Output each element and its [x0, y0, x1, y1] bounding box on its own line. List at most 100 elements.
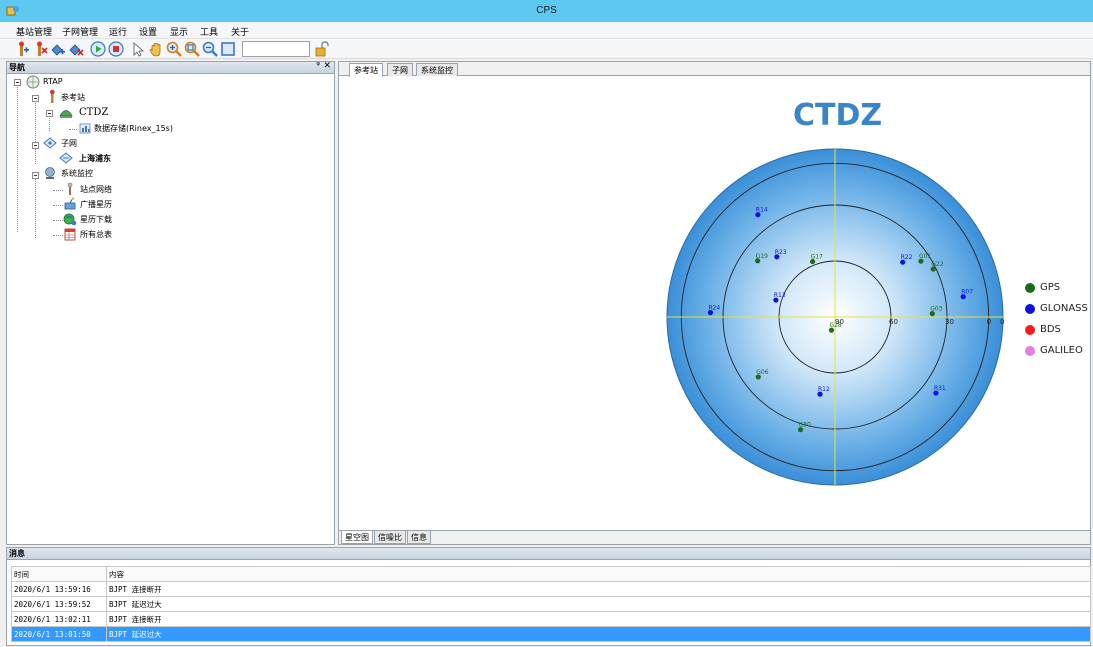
message-content: BJPT 延迟过大	[106, 626, 1091, 642]
message-time: 2020/6/1 13:59:52	[11, 596, 107, 612]
zoom-out-icon[interactable]	[202, 41, 218, 57]
legend-swatch-glonass	[1025, 304, 1035, 314]
tree-item-data-storage[interactable]: 数据存储(Rinex_15s)	[94, 123, 173, 134]
menu-display[interactable]: 显示	[170, 25, 188, 38]
tree-item-summary-table[interactable]: 所有总表	[80, 229, 112, 240]
reference-station-icon	[45, 89, 59, 103]
tree-expander[interactable]	[32, 172, 39, 179]
column-header-time[interactable]: 时间	[11, 566, 107, 582]
tree-item-shanghai-pudong[interactable]: 上海浦东	[79, 153, 111, 164]
navigation-pane-title: 导航	[9, 63, 25, 72]
pin-icon[interactable]: ᵠ	[316, 61, 320, 71]
close-icon[interactable]: ✕	[323, 61, 331, 71]
tree-item-ctdz[interactable]: CTDZ	[79, 107, 108, 118]
tree-item-subnet[interactable]: 子网	[61, 138, 77, 149]
satellite-label: R07	[961, 289, 973, 296]
message-time: 2020/6/1 13:02:11	[11, 611, 107, 627]
remove-subnet-icon[interactable]	[68, 41, 84, 57]
tree-expander[interactable]	[46, 110, 53, 117]
add-station-icon[interactable]	[14, 41, 30, 57]
table-header-row: 时间 内容	[11, 566, 1091, 582]
tab-info[interactable]: 信息	[407, 531, 431, 544]
pan-hand-icon[interactable]	[148, 41, 164, 57]
document-pane: 参考站 子网 系统监控 CTDZ 90 60 30 0 0 R14 R22 G01 G22 G1…	[338, 61, 1091, 545]
menu-subnet-management[interactable]: 子网管理	[62, 25, 98, 38]
legend-label-bds: BDS	[1040, 324, 1061, 335]
satellite-label: G01	[919, 253, 931, 260]
message-pane-title: 消息	[9, 549, 25, 558]
tree-item-reference-stations[interactable]: 参考站	[61, 92, 85, 103]
title-bar: CPS	[0, 0, 1093, 22]
tree-line	[53, 205, 63, 206]
legend-swatch-galileo	[1025, 346, 1035, 356]
tab-sky-view[interactable]: 星空图	[341, 531, 373, 544]
menu-station-management[interactable]: 基站管理	[16, 25, 52, 38]
menu-tools[interactable]: 工具	[200, 25, 218, 38]
legend-swatch-gps	[1025, 283, 1035, 293]
data-storage-icon	[78, 121, 92, 135]
message-time: 2020/6/1 13:59:16	[11, 581, 107, 597]
station-network-icon	[63, 182, 77, 196]
tree-line	[35, 148, 36, 164]
station-antenna-icon	[59, 105, 73, 119]
legend-swatch-bds	[1025, 325, 1035, 335]
menu-settings[interactable]: 设置	[139, 25, 157, 38]
fullscreen-icon[interactable]	[220, 41, 236, 57]
tree-line	[53, 235, 63, 236]
rtap-icon	[26, 75, 40, 89]
table-row-selected[interactable]: 2020/6/1 13:01:50 BJPT 延迟过大	[11, 626, 1091, 642]
zoom-in-icon[interactable]	[166, 41, 182, 57]
toolbar-search-input[interactable]	[242, 41, 310, 57]
tree-line	[49, 115, 50, 131]
table-row[interactable]: 2020/6/1 13:02:11 BJPT 连接断开	[11, 611, 1091, 627]
subnet-region-icon	[59, 151, 73, 165]
play-icon[interactable]	[90, 41, 106, 57]
tree-item-rtap[interactable]: RTAP	[43, 77, 63, 86]
message-table: 时间 内容 2020/6/1 13:59:16 BJPT 连接断开 2020/6…	[11, 566, 1091, 642]
tree-expander[interactable]	[14, 79, 21, 86]
message-pane: 消息 时间 内容 2020/6/1 13:59:16 BJPT 连接断开 202…	[6, 547, 1091, 646]
view-tabs: 星空图 信噪比 信息	[339, 530, 1090, 544]
pointer-icon[interactable]	[130, 41, 146, 57]
system-monitor-icon	[43, 166, 57, 180]
stop-icon[interactable]	[108, 41, 124, 57]
tree-item-broadcast-ephemeris[interactable]: 广播星历	[80, 199, 112, 210]
satellite-label: G06	[756, 369, 768, 376]
tree-item-station-network[interactable]: 站点网络	[80, 184, 112, 195]
tree-expander[interactable]	[32, 142, 39, 149]
broadcast-ephemeris-icon	[63, 197, 77, 211]
table-row[interactable]: 2020/6/1 13:59:52 BJPT 延迟过大	[11, 596, 1091, 612]
zoom-extent-icon[interactable]	[184, 41, 200, 57]
elevation-ring-label: 0	[1000, 318, 1004, 326]
satellite-label: G17	[811, 254, 823, 261]
tree-expander[interactable]	[32, 95, 39, 102]
summary-table-icon	[63, 227, 77, 241]
menu-run[interactable]: 运行	[109, 25, 127, 38]
tree-line	[35, 178, 36, 238]
satellite-label: G30	[799, 422, 811, 429]
remove-station-icon[interactable]	[32, 41, 48, 57]
satellite-label: R14	[756, 207, 768, 214]
satellite-label: R23	[775, 249, 787, 256]
tree-item-system-monitor[interactable]: 系统监控	[61, 168, 93, 179]
satellite-label: R13	[774, 292, 786, 299]
tree-line	[17, 84, 18, 232]
satellite-label: G22	[931, 261, 943, 268]
toolbar	[0, 39, 1093, 59]
satellite-label: R24	[708, 305, 720, 312]
message-time: 2020/6/1 13:01:50	[11, 626, 107, 642]
elevation-ring-label: 0	[987, 318, 991, 326]
tree-line	[53, 220, 63, 221]
table-row[interactable]: 2020/6/1 13:59:16 BJPT 连接断开	[11, 581, 1091, 597]
add-subnet-icon[interactable]	[50, 41, 66, 57]
tree-line	[69, 129, 77, 130]
menu-about[interactable]: 关于	[231, 25, 249, 38]
satellite-label: R12	[818, 386, 830, 393]
tree-item-ephemeris-download[interactable]: 星历下载	[80, 214, 112, 225]
lock-icon[interactable]	[314, 41, 330, 57]
tab-snr[interactable]: 信噪比	[374, 531, 406, 544]
message-pane-header: 消息	[7, 548, 1090, 560]
satellite-label: G19	[756, 253, 768, 260]
column-header-content[interactable]: 内容	[106, 566, 1091, 582]
app-window: CPS 基站管理 子网管理 运行 设置 显示 工具 关于 导航 ᵠ ✕ RTAP…	[0, 0, 1093, 647]
